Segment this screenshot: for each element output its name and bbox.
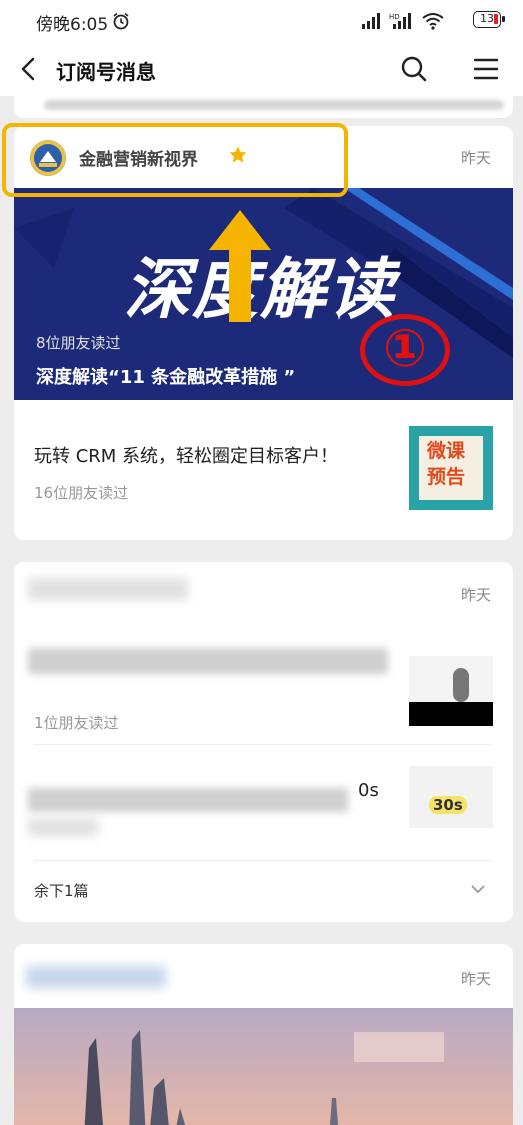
article-title[interactable]: 玩转 CRM 系统，轻松圈定目标客户！	[34, 442, 338, 468]
back-icon[interactable]	[14, 54, 44, 84]
article-thumbnail[interactable]: 微课预告	[409, 426, 493, 510]
article-thumbnail[interactable]: 30s	[409, 766, 493, 828]
lead-article-image[interactable]	[14, 1008, 513, 1125]
status-bar: 傍晚6:05 HD 13	[0, 0, 523, 42]
article-row[interactable]: 玩转 CRM 系统，轻松圈定目标客户！ 16位朋友读过 微课预告	[14, 400, 513, 534]
article-thumbnail[interactable]	[409, 656, 493, 726]
wifi-icon	[422, 13, 444, 30]
alarm-icon	[113, 12, 129, 30]
star-icon	[229, 146, 247, 163]
annotation-number: ①	[360, 314, 450, 386]
readers-count: 16位朋友读过	[34, 484, 129, 502]
svg-text:HD: HD	[389, 13, 400, 21]
chevron-down-icon[interactable]	[469, 880, 487, 898]
date-label: 昨天	[460, 149, 491, 167]
thumbnail-text: 30s	[429, 796, 467, 814]
readers-count: 1位朋友读过	[34, 714, 119, 732]
date-label: 昨天	[460, 970, 491, 988]
message-card: 金融营销新视界 昨天 深度解读 8位朋友读过 深度解读“11 条金融改革措施 ”…	[14, 126, 513, 540]
previous-card-edge	[14, 96, 513, 118]
signal-icon	[362, 13, 380, 29]
search-icon[interactable]	[398, 53, 430, 85]
account-header[interactable]: 金融营销新视界 昨天	[14, 126, 513, 188]
status-time: 傍晚6:05	[36, 15, 109, 35]
lead-article-title[interactable]: 深度解读“11 条金融改革措施 ”	[36, 363, 295, 389]
signal-icon: HD	[389, 13, 411, 29]
menu-icon[interactable]	[470, 53, 502, 85]
avatar[interactable]	[30, 140, 66, 176]
status-icons: HD 13	[361, 10, 505, 32]
readers-count: 8位朋友读过	[36, 334, 121, 352]
account-name[interactable]: 金融营销新视界	[79, 145, 198, 170]
battery-level: 13	[480, 12, 494, 25]
message-card: 昨天 1位朋友读过 0s 30s 余下1篇	[14, 562, 513, 922]
message-card: 昨天	[14, 944, 513, 1125]
more-articles-link[interactable]: 余下1篇	[34, 880, 89, 901]
arrow-up-icon	[209, 210, 271, 322]
article-title-fragment[interactable]: 0s	[358, 780, 379, 801]
date-label: 昨天	[460, 586, 491, 604]
page-title: 订阅号消息	[56, 60, 156, 84]
battery-icon: 13	[473, 11, 505, 28]
nav-bar: 订阅号消息	[0, 42, 523, 96]
thumbnail-text: 微课预告	[427, 440, 466, 488]
